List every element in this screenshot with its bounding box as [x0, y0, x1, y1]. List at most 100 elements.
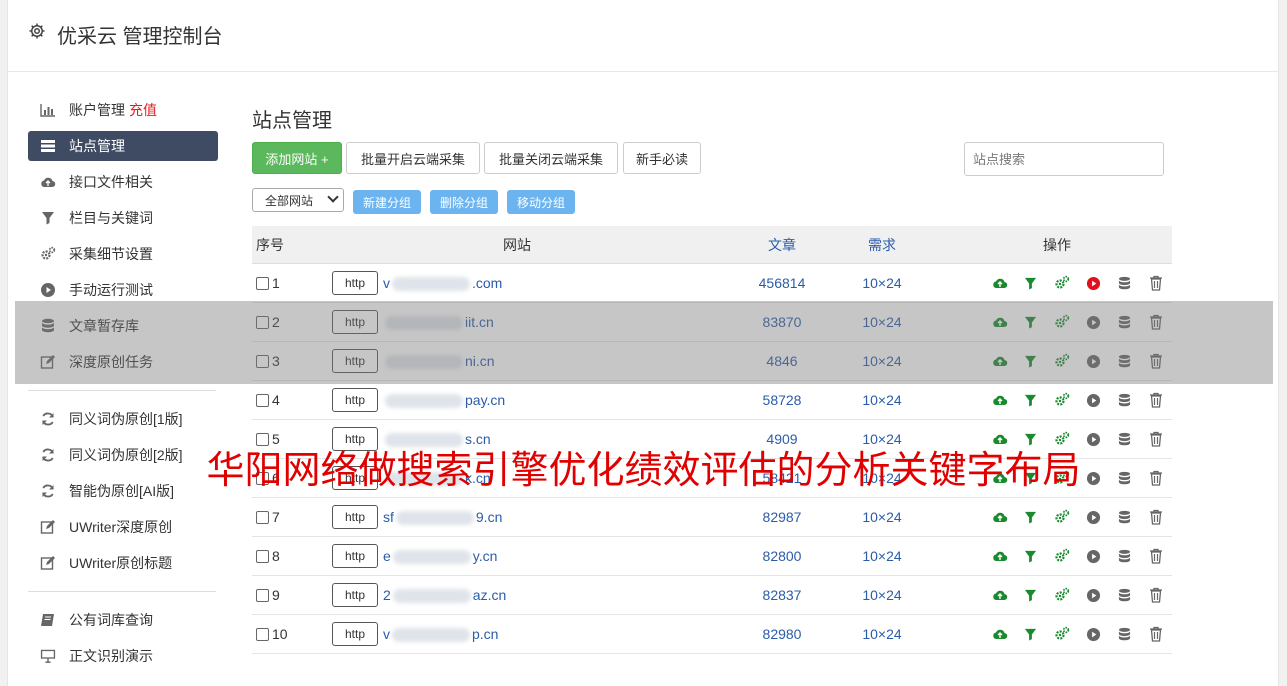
sidebar-item-label: UWriter深度原创: [69, 519, 173, 535]
site-domain-link[interactable]: sf 9.cn: [383, 508, 503, 526]
row-number: 1: [272, 275, 280, 291]
demand-value[interactable]: 10×24: [822, 626, 942, 642]
domain-suffix: pay.cn: [465, 391, 506, 408]
sidebar-item-items-1[interactable]: 站点管理: [28, 131, 218, 161]
database-icon[interactable]: [1109, 510, 1140, 525]
demand-value[interactable]: 10×24: [822, 275, 942, 291]
row-checkbox[interactable]: [256, 276, 269, 290]
http-protocol-badge[interactable]: http: [332, 622, 378, 646]
database-icon[interactable]: [1109, 588, 1140, 603]
sidebar-item-items2-0[interactable]: 同义词伪原创[1版]: [28, 401, 218, 437]
http-protocol-badge[interactable]: http: [332, 583, 378, 607]
sidebar-item-items2-4[interactable]: UWriter原创标题: [28, 545, 218, 581]
cogs-icon[interactable]: [1047, 548, 1078, 564]
trash-icon[interactable]: [1141, 587, 1172, 603]
row-checkbox[interactable]: [256, 393, 269, 407]
article-count[interactable]: 82837: [742, 587, 822, 603]
database-icon[interactable]: [1109, 627, 1140, 642]
site-domain-link[interactable]: v p.cn: [383, 626, 498, 643]
delete-group-button[interactable]: 删除分组: [430, 190, 498, 214]
site-domain-link[interactable]: 2 az.cn: [383, 586, 507, 604]
filter-icon[interactable]: [1015, 394, 1046, 407]
filter-icon[interactable]: [1015, 277, 1046, 290]
site-domain-link[interactable]: pay.cn: [383, 391, 506, 409]
cloud-upload-icon[interactable]: [984, 393, 1015, 407]
trash-icon[interactable]: [1141, 548, 1172, 564]
sidebar-item-items-0[interactable]: 账户管理 充值: [28, 92, 218, 128]
http-protocol-badge[interactable]: http: [332, 544, 378, 568]
cloud-upload-icon[interactable]: [984, 276, 1015, 290]
demand-value[interactable]: 10×24: [822, 509, 942, 525]
trash-icon[interactable]: [1141, 275, 1172, 291]
batch-disable-cloud-button[interactable]: 批量关闭云端采集: [484, 142, 618, 174]
article-count[interactable]: 82980: [742, 626, 822, 642]
sidebar-item-label: UWriter原创标题: [69, 555, 173, 571]
http-protocol-badge[interactable]: http: [332, 271, 378, 295]
database-icon[interactable]: [1109, 276, 1140, 291]
beginner-guide-button[interactable]: 新手必读: [623, 142, 701, 174]
batch-enable-cloud-button[interactable]: 批量开启云端采集: [346, 142, 480, 174]
move-group-button[interactable]: 移动分组: [507, 190, 575, 214]
group-select[interactable]: 全部网站: [252, 188, 344, 212]
domain-suffix: az.cn: [472, 586, 507, 603]
row-number-cell: 4: [252, 392, 332, 408]
row-checkbox[interactable]: [256, 432, 269, 446]
database-icon[interactable]: [1109, 549, 1140, 564]
article-count[interactable]: 82987: [742, 509, 822, 525]
site-search-input[interactable]: [964, 142, 1164, 176]
http-protocol-badge[interactable]: http: [332, 388, 378, 412]
cloud-upload-icon[interactable]: [984, 549, 1015, 563]
article-count[interactable]: 82800: [742, 548, 822, 564]
cogs-icon[interactable]: [1047, 509, 1078, 525]
filter-icon[interactable]: [1015, 550, 1046, 563]
cogs-icon[interactable]: [1047, 275, 1078, 291]
demand-value[interactable]: 10×24: [822, 587, 942, 603]
site-domain-link[interactable]: e y.cn: [383, 548, 497, 565]
site-domain-link[interactable]: v .com: [383, 274, 502, 292]
cloud-upload-icon[interactable]: [984, 627, 1015, 641]
cloud-upload-icon[interactable]: [984, 588, 1015, 602]
site-cell: http e y.cn: [332, 544, 742, 568]
row-checkbox[interactable]: [256, 588, 269, 602]
filter-icon[interactable]: [1015, 433, 1046, 446]
filter-icon[interactable]: [1015, 628, 1046, 641]
sidebar-item-items3-1[interactable]: 正文识别演示: [28, 638, 218, 674]
demand-value[interactable]: 10×24: [822, 548, 942, 564]
cogs-icon[interactable]: [1047, 587, 1078, 603]
row-checkbox[interactable]: [256, 510, 269, 524]
play-circle-icon[interactable]: [1078, 549, 1109, 564]
domain-suffix: 9.cn: [475, 508, 503, 525]
domain-prefix: v: [383, 274, 390, 291]
row-checkbox[interactable]: [256, 549, 269, 563]
trash-icon[interactable]: [1141, 626, 1172, 642]
filter-icon[interactable]: [1015, 511, 1046, 524]
play-circle-icon[interactable]: [1078, 627, 1109, 642]
article-count[interactable]: 58728: [742, 392, 822, 408]
article-count[interactable]: 456814: [742, 275, 822, 291]
sidebar-item-items-3[interactable]: 栏目与关键词: [28, 200, 218, 236]
play-circle-icon[interactable]: [1078, 393, 1109, 408]
row-number: 4: [272, 392, 280, 408]
play-circle-icon[interactable]: [1078, 276, 1109, 291]
new-group-button[interactable]: 新建分组: [353, 190, 421, 214]
cogs-icon[interactable]: [1047, 392, 1078, 408]
sidebar-item-items-2[interactable]: 接口文件相关: [28, 164, 218, 200]
sidebar-item-items2-3[interactable]: UWriter深度原创: [28, 509, 218, 545]
filter-icon[interactable]: [1015, 589, 1046, 602]
sidebar-item-items-4[interactable]: 采集细节设置: [28, 236, 218, 272]
cloud-upload-icon[interactable]: [984, 510, 1015, 524]
add-site-button[interactable]: 添加网站 +: [252, 142, 342, 174]
trash-icon[interactable]: [1141, 392, 1172, 408]
cogs-icon[interactable]: [1047, 626, 1078, 642]
database-icon[interactable]: [1109, 393, 1140, 408]
recharge-link[interactable]: 充值: [129, 100, 157, 120]
cloud-upload-icon[interactable]: [984, 432, 1015, 446]
play-circle-icon[interactable]: [1078, 510, 1109, 525]
row-checkbox[interactable]: [256, 627, 269, 641]
play-circle-icon[interactable]: [1078, 588, 1109, 603]
trash-icon[interactable]: [1141, 509, 1172, 525]
redacted-blur: [392, 277, 470, 292]
sidebar-item-items3-0[interactable]: 公有词库查询: [28, 602, 218, 638]
demand-value[interactable]: 10×24: [822, 392, 942, 408]
http-protocol-badge[interactable]: http: [332, 505, 378, 529]
